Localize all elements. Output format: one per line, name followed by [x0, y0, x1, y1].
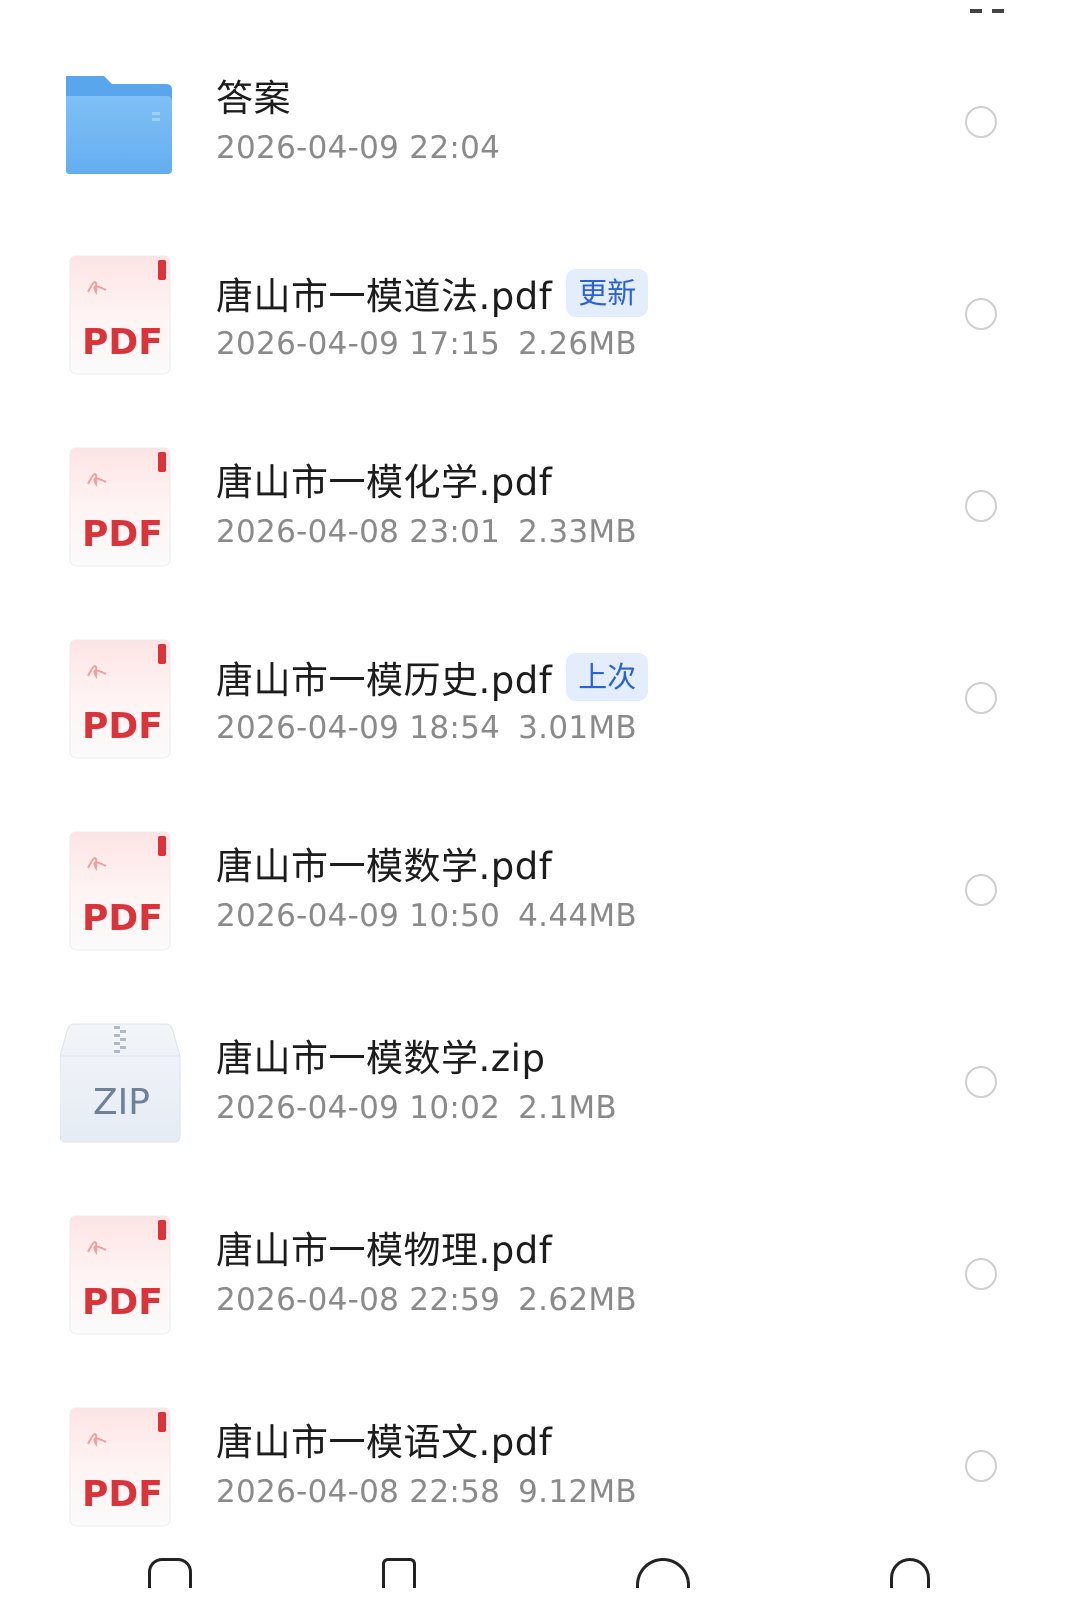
select-checkbox[interactable]	[965, 106, 997, 138]
pdf-label: PDF	[82, 1474, 163, 1515]
folder-icon	[60, 72, 180, 202]
list-item-pdf[interactable]: PDF 唐山市一模数学.pdf 2026-04-09 10:50 4.44MB	[0, 830, 1080, 1022]
file-name: 唐山市一模数学.zip	[216, 1037, 546, 1080]
file-name: 唐山市一模化学.pdf	[216, 461, 553, 504]
file-name: 唐山市一模数学.pdf	[216, 845, 553, 888]
toolbar-move-icon[interactable]	[636, 1558, 690, 1588]
pdf-label: PDF	[82, 1282, 163, 1323]
bottom-toolbar	[0, 1552, 1080, 1588]
file-date: 2026-04-09 10:50	[216, 898, 501, 934]
list-item-pdf[interactable]: PDF 唐山市一模历史.pdf 上次 2026-04-09 18:54 3.01M…	[0, 638, 1080, 830]
pdf-label: PDF	[82, 898, 163, 939]
file-name: 答案	[216, 77, 291, 120]
file-date: 2026-04-08 22:58	[216, 1474, 501, 1510]
pdf-file-icon	[60, 1406, 180, 1536]
pdf-file-icon	[60, 254, 180, 384]
list-item-pdf[interactable]: PDF 唐山市一模化学.pdf 2026-04-08 23:01 2.33MB	[0, 446, 1080, 638]
file-name: 唐山市一模历史.pdf	[216, 659, 553, 702]
file-size: 2.26MB	[518, 326, 637, 362]
file-size: 2.1MB	[518, 1090, 617, 1126]
file-size: 3.01MB	[518, 710, 637, 746]
file-size: 4.44MB	[518, 898, 637, 934]
list-item-zip[interactable]: ZIP 唐山市一模数学.zip 2026-04-09 10:02 2.1MB	[0, 1022, 1080, 1214]
zip-label: ZIP	[93, 1082, 150, 1123]
last-opened-badge: 上次	[566, 653, 649, 701]
file-size: 9.12MB	[518, 1474, 637, 1510]
select-checkbox[interactable]	[965, 490, 997, 522]
toolbar-share-icon[interactable]	[148, 1558, 192, 1588]
select-checkbox[interactable]	[965, 1258, 997, 1290]
toolbar-copy-icon[interactable]	[382, 1558, 416, 1588]
file-name: 唐山市一模语文.pdf	[216, 1421, 553, 1464]
file-size: 2.33MB	[518, 514, 637, 550]
file-name: 唐山市一模道法.pdf	[216, 275, 553, 318]
file-date: 2026-04-08 23:01	[216, 514, 501, 550]
file-date: 2026-04-09 10:02	[216, 1090, 501, 1126]
pdf-label: PDF	[82, 706, 163, 747]
pdf-file-icon	[60, 1214, 180, 1344]
list-item-folder[interactable]: 答案 2026-04-09 22:04	[0, 60, 1080, 252]
pdf-file-icon	[60, 638, 180, 768]
select-checkbox[interactable]	[965, 298, 997, 330]
select-checkbox[interactable]	[965, 1450, 997, 1482]
pdf-file-icon	[60, 830, 180, 960]
file-size: 2.62MB	[518, 1282, 637, 1318]
toolbar-more-icon[interactable]	[890, 1558, 930, 1588]
file-date: 2026-04-08 22:59	[216, 1282, 501, 1318]
select-checkbox[interactable]	[965, 874, 997, 906]
file-date: 2026-04-09 18:54	[216, 710, 501, 746]
file-date: 2026-04-09 22:04	[216, 130, 501, 166]
list-item-pdf[interactable]: PDF 唐山市一模道法.pdf 更新 2026-04-09 17:15 2.26M…	[0, 254, 1080, 446]
select-checkbox[interactable]	[965, 1066, 997, 1098]
file-date: 2026-04-09 17:15	[216, 326, 501, 362]
file-name: 唐山市一模物理.pdf	[216, 1229, 553, 1272]
select-checkbox[interactable]	[965, 682, 997, 714]
update-badge: 更新	[566, 269, 649, 317]
pdf-label: PDF	[82, 322, 163, 363]
pdf-label: PDF	[82, 514, 163, 555]
pdf-file-icon	[60, 446, 180, 576]
list-item-pdf[interactable]: PDF 唐山市一模物理.pdf 2026-04-08 22:59 2.62MB	[0, 1214, 1080, 1406]
top-partial-icon	[968, 0, 1012, 13]
